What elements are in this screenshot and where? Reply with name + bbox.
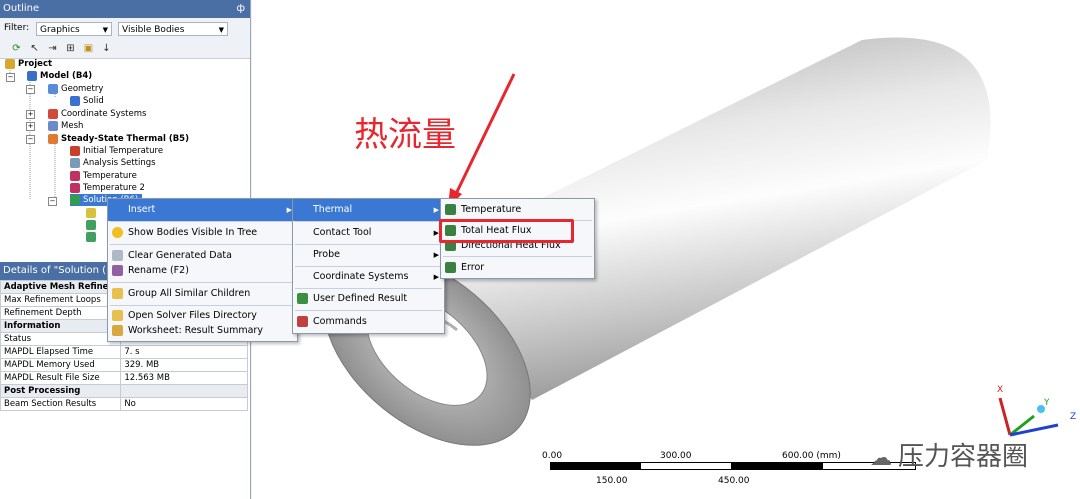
solution-icon bbox=[70, 194, 80, 205]
solid-icon bbox=[70, 95, 80, 106]
highlight-box bbox=[439, 219, 574, 243]
settings-icon bbox=[70, 157, 80, 168]
collapse-icon[interactable]: − bbox=[26, 135, 35, 144]
rename-icon bbox=[112, 265, 123, 276]
tree-item-geometry[interactable]: Geometry bbox=[48, 83, 103, 95]
tree-item-initial-temperature[interactable]: Initial Temperature bbox=[70, 145, 163, 157]
geometry-icon bbox=[48, 83, 58, 94]
menu-item-commands[interactable]: Commands bbox=[293, 311, 444, 333]
menu-item-show-bodies[interactable]: Show Bodies Visible In Tree bbox=[108, 222, 297, 244]
pin-icon[interactable]: ф bbox=[236, 0, 245, 18]
result-icon bbox=[86, 231, 96, 242]
collapse-icon[interactable]: − bbox=[48, 197, 57, 206]
scale-segment bbox=[731, 463, 823, 469]
insert-submenu: Thermal ▶ Contact Tool ▶ Probe ▶ Coordinate… bbox=[292, 198, 445, 334]
axis-z-label: Z bbox=[1070, 412, 1077, 422]
collapse-icon[interactable]: − bbox=[6, 73, 15, 82]
menu-item-thermal[interactable]: Thermal ▶ bbox=[293, 199, 444, 221]
refresh-icon[interactable]: ⟳ bbox=[10, 42, 23, 55]
udr-icon bbox=[297, 293, 308, 304]
bulb-icon bbox=[112, 227, 123, 238]
tree-item-temperature-2[interactable]: Temperature 2 bbox=[70, 182, 145, 194]
temperature-icon bbox=[70, 145, 80, 156]
menu-item-user-defined-result[interactable]: User Defined Result bbox=[293, 288, 444, 310]
folder-icon[interactable]: ▣ bbox=[82, 42, 95, 55]
folder-icon bbox=[112, 288, 123, 299]
tree-item-solid[interactable]: Solid bbox=[70, 95, 104, 107]
model-icon bbox=[27, 70, 37, 81]
scale-label: 300.00 bbox=[660, 451, 692, 461]
menu-item-contact-tool[interactable]: Contact Tool ▶ bbox=[293, 222, 444, 244]
axis-y-label: Y bbox=[1044, 398, 1050, 408]
wechat-icon: ☁ bbox=[870, 446, 892, 471]
menu-item-probe[interactable]: Probe ▶ bbox=[293, 244, 444, 266]
details-row[interactable]: MAPDL Memory Used 329. MB bbox=[0, 358, 248, 372]
filter-bar: Filter: Graphics ▼ Visible Bodies ▼ bbox=[0, 18, 250, 41]
thermal-icon bbox=[48, 133, 58, 144]
scale-label: 450.00 bbox=[718, 476, 750, 486]
axes-icon bbox=[48, 108, 58, 119]
outline-title: Outline bbox=[3, 3, 40, 14]
outline-titlebar: Outline ф bbox=[0, 0, 250, 18]
menu-item-rename[interactable]: Rename (F2) bbox=[108, 260, 297, 282]
tree-item-project[interactable]: Project bbox=[5, 58, 52, 70]
expand-icon[interactable]: ⊞ bbox=[64, 42, 77, 55]
context-menu: Insert ▶ Show Bodies Visible In Tree Clea… bbox=[107, 198, 298, 342]
details-row[interactable]: MAPDL Elapsed Time 7. s bbox=[0, 345, 248, 359]
temp-icon bbox=[445, 204, 456, 215]
menu-item-error[interactable]: Error bbox=[441, 257, 594, 279]
collapse-icon[interactable]: − bbox=[26, 85, 35, 94]
tree-item-coordinate-systems[interactable]: Coordinate Systems bbox=[48, 108, 146, 120]
tree-item-mesh[interactable]: Mesh bbox=[48, 120, 83, 132]
project-icon bbox=[5, 58, 15, 69]
temperature-icon bbox=[70, 170, 80, 181]
details-section[interactable]: Post Processing bbox=[0, 384, 248, 398]
info-icon bbox=[86, 207, 96, 218]
details-row[interactable]: MAPDL Result File Size 12.563 MB bbox=[0, 371, 248, 385]
temperature-icon bbox=[70, 182, 80, 193]
watermark: ☁ 压力容器圈 bbox=[870, 442, 1029, 472]
expand-icon[interactable]: + bbox=[26, 122, 35, 131]
scale-bar bbox=[550, 462, 916, 470]
error-icon bbox=[445, 262, 456, 273]
chevron-down-icon: ▼ bbox=[218, 26, 224, 34]
commands-icon bbox=[297, 316, 308, 327]
tree-icon[interactable]: ⇥ bbox=[46, 42, 59, 55]
tree-item-child[interactable] bbox=[86, 219, 99, 231]
scale-label: 150.00 bbox=[596, 476, 628, 486]
sort-icon[interactable]: ↓ bbox=[100, 42, 113, 55]
menu-item-insert[interactable]: Insert ▶ bbox=[108, 199, 297, 221]
chevron-right-icon: ▶ bbox=[433, 251, 439, 259]
expand-icon[interactable]: + bbox=[26, 110, 35, 119]
worksheet-icon bbox=[112, 325, 123, 336]
scale-label: 0.00 bbox=[542, 451, 563, 461]
filter-label: Filter: bbox=[4, 23, 30, 33]
scale-label: 600.00 (mm) bbox=[782, 451, 841, 461]
scale-segment bbox=[551, 463, 641, 469]
tree-item-analysis-settings[interactable]: Analysis Settings bbox=[70, 157, 156, 169]
cursor-icon[interactable]: ↖ bbox=[28, 42, 41, 55]
tree-item-steady-state-thermal[interactable]: Steady-State Thermal (B5) bbox=[48, 133, 189, 145]
menu-item-temperature[interactable]: Temperature bbox=[441, 199, 594, 221]
chevron-right-icon: ▶ bbox=[433, 273, 439, 281]
result-icon bbox=[86, 219, 96, 230]
mesh-icon bbox=[48, 120, 58, 131]
menu-item-coordinate-systems[interactable]: Coordinate Systems ▶ bbox=[293, 266, 444, 288]
filter-visibility-select[interactable]: Visible Bodies ▼ bbox=[118, 22, 228, 36]
tree-item-model[interactable]: Model (B4) bbox=[27, 70, 92, 82]
tree-item-temperature[interactable]: Temperature bbox=[70, 170, 137, 182]
filter-type-select[interactable]: Graphics ▼ bbox=[36, 22, 112, 36]
menu-item-group-children[interactable]: Group All Similar Children bbox=[108, 283, 297, 305]
chevron-right-icon: ▶ bbox=[433, 206, 439, 214]
axis-x-label: X bbox=[997, 385, 1004, 395]
outline-toolbar: ⟳ ↖ ⇥ ⊞ ▣ ↓ bbox=[0, 40, 250, 59]
chevron-down-icon: ▼ bbox=[102, 26, 108, 34]
menu-item-worksheet[interactable]: Worksheet: Result Summary bbox=[108, 320, 297, 342]
tree-item-child[interactable] bbox=[86, 207, 99, 219]
tree-item-child[interactable] bbox=[86, 231, 99, 243]
details-row[interactable]: Beam Section Results No bbox=[0, 397, 248, 411]
annotation-text: 热流量 bbox=[354, 115, 456, 155]
